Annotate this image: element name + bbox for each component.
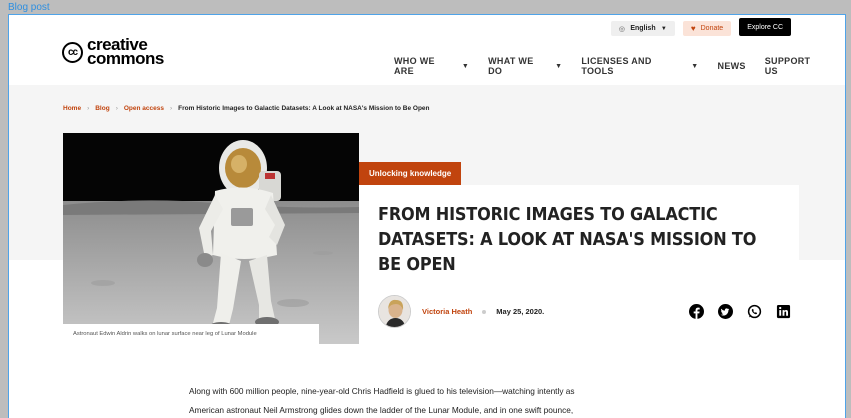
breadcrumb-category[interactable]: Open access xyxy=(124,105,164,112)
chevron-down-icon: ▼ xyxy=(691,62,699,70)
author-row: Victoria Heath May 25, 2020. xyxy=(378,295,544,328)
donate-label: Donate xyxy=(700,25,724,32)
language-selector[interactable]: ◎ English ▼ xyxy=(610,21,675,36)
author-name[interactable]: Victoria Heath xyxy=(422,307,472,316)
facebook-icon[interactable] xyxy=(689,304,704,319)
heart-icon: ♥ xyxy=(690,24,696,33)
logo-line2: commons xyxy=(87,49,164,68)
hero-image xyxy=(63,133,359,344)
logo-wordmark: creative commons xyxy=(87,36,164,68)
hero-caption: Astronaut Edwin Aldrin walks on lunar su… xyxy=(63,324,319,344)
donate-button[interactable]: ♥ Donate xyxy=(682,21,732,36)
twitter-icon[interactable] xyxy=(718,304,733,319)
share-bar xyxy=(689,304,791,319)
whatsapp-icon[interactable] xyxy=(747,304,762,319)
post-title: FROM HISTORIC IMAGES TO GALACTIC DATASET… xyxy=(378,205,757,275)
linkedin-icon[interactable] xyxy=(776,304,791,319)
globe-icon: ◎ xyxy=(618,25,625,33)
nav-label: WHO WE ARE xyxy=(394,56,435,76)
nav-item-support-us[interactable]: SUPPORT US xyxy=(765,56,826,76)
site-header: ◎ English ▼ ♥ Donate Explore CC cc creat… xyxy=(9,15,845,85)
nav-item-what-we-do[interactable]: WHAT WE DO ▼ xyxy=(488,56,562,76)
chevron-right-icon: › xyxy=(169,105,173,112)
body-line: Along with 600 million people, nine-year… xyxy=(189,386,575,396)
nav-item-news[interactable]: NEWS xyxy=(718,56,746,76)
language-label: English xyxy=(630,25,656,32)
explore-cc-button[interactable]: Explore CC xyxy=(739,18,791,36)
utility-bar: ◎ English ▼ ♥ Donate Explore CC xyxy=(610,18,791,36)
post-date: May 25, 2020. xyxy=(496,307,545,316)
chevron-down-icon: ▼ xyxy=(555,62,563,70)
breadcrumb-blog[interactable]: Blog xyxy=(95,105,109,112)
cc-mark-icon: cc xyxy=(62,41,83,63)
frame-label: Blog post xyxy=(8,2,50,13)
breadcrumb-current: From Historic Images to Galactic Dataset… xyxy=(178,105,430,112)
article-body: Along with 600 million people, nine-year… xyxy=(189,382,689,418)
nav-item-licenses-and-tools[interactable]: LICENSES AND TOOLS ▼ xyxy=(581,56,698,76)
page-frame: ◎ English ▼ ♥ Donate Explore CC cc creat… xyxy=(8,14,846,418)
separator-dot xyxy=(482,309,487,314)
body-line: American astronaut Neil Armstrong glides… xyxy=(189,405,574,415)
caret-down-icon: ▼ xyxy=(660,25,667,32)
nav-label: SUPPORT US xyxy=(764,56,811,76)
nav-label: WHAT WE DO xyxy=(488,56,534,76)
avatar[interactable] xyxy=(378,295,411,328)
category-tag[interactable]: Unlocking knowledge xyxy=(359,162,462,185)
nav-label: LICENSES AND TOOLS xyxy=(581,56,652,76)
nav-item-who-we-are[interactable]: WHO WE ARE ▼ xyxy=(394,56,469,76)
breadcrumb-home[interactable]: Home xyxy=(63,105,81,112)
chevron-right-icon: › xyxy=(115,105,118,112)
nav-label: NEWS xyxy=(717,61,746,71)
chevron-down-icon: ▼ xyxy=(461,62,470,70)
breadcrumb: Home › Blog › Open access › From Histori… xyxy=(63,105,430,112)
cc-logo[interactable]: cc creative commons xyxy=(62,36,164,68)
chevron-right-icon: › xyxy=(87,105,90,112)
explore-label: Explore CC xyxy=(747,23,783,31)
main-nav: WHO WE ARE ▼ WHAT WE DO ▼ LICENSES AND T… xyxy=(394,56,845,76)
